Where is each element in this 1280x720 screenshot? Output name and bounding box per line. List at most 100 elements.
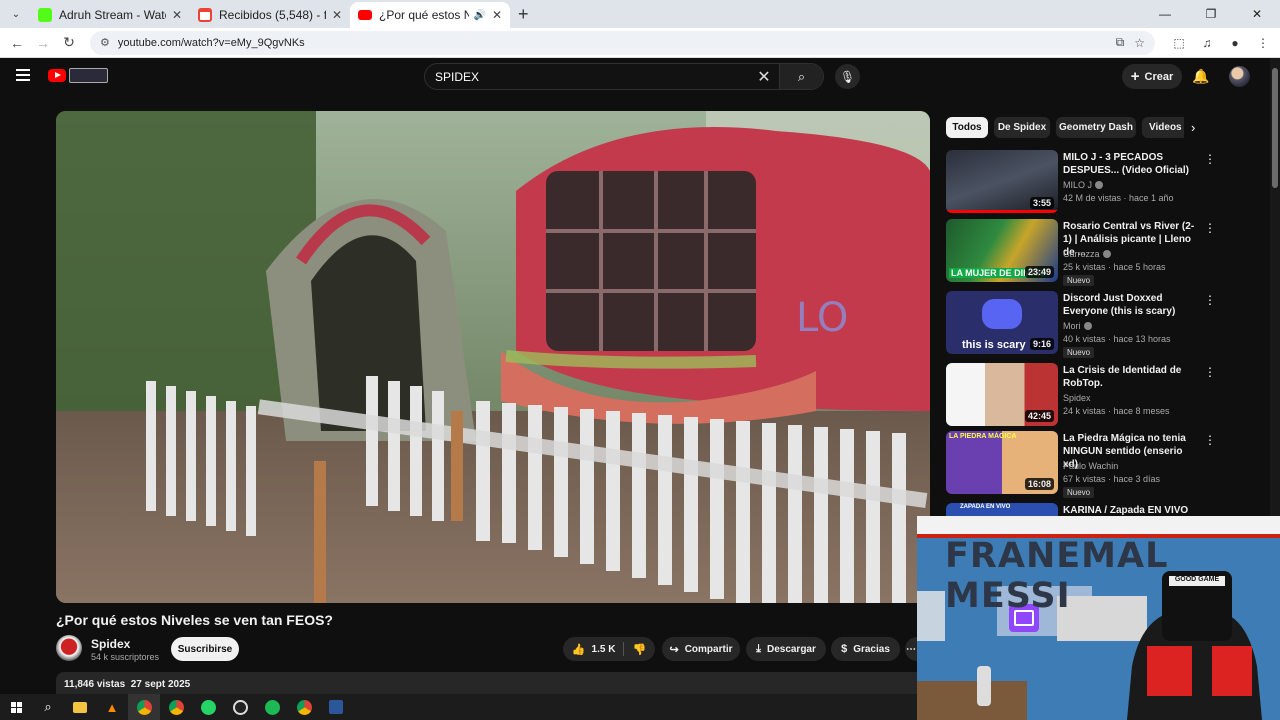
tab-search-chevron-icon[interactable]: ⌄	[4, 4, 28, 24]
spotify-icon[interactable]	[256, 694, 288, 720]
video-thumbnail[interactable]: LA PIEDRA MÁGICA 16:08	[946, 431, 1058, 494]
file-explorer-icon[interactable]	[64, 694, 96, 720]
kick-favicon-icon	[38, 8, 52, 22]
close-tab-icon[interactable]: ✕	[172, 8, 182, 22]
whatsapp-icon[interactable]	[192, 694, 224, 720]
video-player[interactable]: LO	[56, 111, 930, 603]
install-app-icon[interactable]: ⧉	[1116, 35, 1125, 50]
more-actions-button[interactable]: ⋯	[905, 637, 917, 661]
windows-start-icon[interactable]	[0, 694, 32, 720]
video-duration: 23:49	[1024, 266, 1054, 278]
search-box[interactable]: SPIDEX ✕ ⌕	[424, 63, 824, 90]
minimize-icon[interactable]: —	[1142, 0, 1188, 28]
browser-toolbar: ← → ↻ ⚙ youtube.com/watch?v=eMy_9QgvNKs …	[0, 28, 1280, 58]
video-frame: LO	[56, 111, 930, 603]
recommendation-title[interactable]: Discord Just Doxxed Everyone (this is sc…	[1063, 292, 1197, 318]
search-icon[interactable]: ⌕	[32, 694, 64, 720]
recommendation-channel[interactable]: MILO J	[1063, 180, 1104, 190]
youtube-header: SPIDEX ✕ ⌕ 🎙 + Crear 🔔	[0, 58, 1270, 96]
close-tab-icon[interactable]: ✕	[332, 8, 342, 22]
browser-tab-youtube[interactable]: ¿Por qué estos Niveles se ve 🔊 ✕	[350, 2, 510, 28]
site-info-icon[interactable]: ⚙	[100, 36, 110, 49]
like-divider	[623, 642, 625, 656]
browser-tab-kick[interactable]: Adruh Stream - Watch Live on K ✕	[30, 2, 190, 28]
chrome-profile-icon[interactable]	[288, 694, 320, 720]
browser-tab-gmail[interactable]: Recibidos (5,548) - franemal32@ ✕	[190, 2, 350, 28]
speaker-icon[interactable]: 🔊	[473, 10, 485, 21]
verified-badge-icon	[1095, 181, 1104, 189]
download-button[interactable]: ⤓ Descargar	[746, 637, 826, 661]
video-thumbnail[interactable]: this is scary 9:16	[946, 291, 1058, 354]
recommendation-item[interactable]: 42:45 La Crisis de Identidad de RobTop. …	[946, 363, 1266, 427]
like-count[interactable]: 1.5 K	[592, 644, 616, 655]
share-button[interactable]: ↪ Compartir	[662, 637, 740, 661]
obs-icon[interactable]	[224, 694, 256, 720]
word-icon[interactable]	[320, 694, 352, 720]
search-button[interactable]: ⌕	[779, 64, 823, 89]
recommendation-title[interactable]: KARINA / Zapada EN VIVO en	[1063, 504, 1197, 516]
url-text[interactable]: youtube.com/watch?v=eMy_9QgvNKs	[118, 37, 1116, 49]
recommendation-item[interactable]: ZAPADA EN VIVO KARINA / Zapada EN VIVO e…	[946, 503, 1266, 516]
clear-search-icon[interactable]: ✕	[749, 67, 779, 87]
media-control-icon[interactable]: ♫	[1193, 36, 1221, 50]
account-avatar[interactable]	[1229, 66, 1250, 87]
scrollbar-thumb[interactable]	[1272, 68, 1278, 188]
more-options-icon[interactable]: ⋮	[1249, 36, 1277, 50]
channel-avatar[interactable]	[56, 635, 82, 661]
more-vert-icon[interactable]: ⋮	[1204, 221, 1216, 235]
youtube-doodle-logo[interactable]	[69, 68, 108, 83]
profile-icon[interactable]: ●	[1221, 36, 1249, 50]
reload-icon[interactable]: ↻	[56, 34, 82, 51]
more-vert-icon[interactable]: ⋮	[1204, 433, 1216, 447]
youtube-logo-icon[interactable]	[48, 69, 66, 82]
thumbs-up-icon[interactable]: 👍	[572, 643, 586, 656]
close-window-icon[interactable]: ✕	[1234, 0, 1280, 28]
channel-name[interactable]: Spidex	[91, 637, 130, 651]
recommendation-channel[interactable]: Spidex	[1063, 393, 1091, 403]
extensions-icon[interactable]: ⬚	[1165, 36, 1193, 50]
thumbs-down-icon[interactable]: 👎	[632, 643, 646, 656]
video-thumbnail[interactable]: 42:45	[946, 363, 1058, 426]
subscribe-button[interactable]: Suscribirse	[171, 637, 239, 661]
more-vert-icon[interactable]: ⋮	[1204, 365, 1216, 379]
chrome-active-icon[interactable]	[128, 694, 160, 720]
recommendation-item[interactable]: LA MUJER DE DIMAR 23:49 Rosario Central …	[946, 219, 1266, 286]
chip-todos[interactable]: Todos	[946, 117, 988, 138]
recommendation-channel[interactable]: Mori	[1063, 321, 1092, 331]
recommendation-item[interactable]: LA PIEDRA MÁGICA 16:08 La Piedra Mágica …	[946, 431, 1266, 498]
video-thumbnail[interactable]: ZAPADA EN VIVO	[946, 503, 1058, 516]
recommendation-item[interactable]: this is scary 9:16 Discord Just Doxxed E…	[946, 291, 1266, 358]
thanks-button[interactable]: $ Gracias	[831, 637, 900, 661]
chip-videos[interactable]: Videos	[1142, 117, 1184, 138]
voice-search-button[interactable]: 🎙	[835, 64, 860, 89]
video-thumbnail[interactable]: 3:55	[946, 150, 1058, 213]
create-button[interactable]: + Crear	[1122, 64, 1182, 89]
recommendation-item[interactable]: 3:55 MILO J - 3 PECADOS DESPUES... (Vide…	[946, 150, 1266, 214]
notifications-bell-icon[interactable]: 🔔	[1192, 68, 1209, 85]
chrome-icon[interactable]	[160, 694, 192, 720]
vlc-icon[interactable]: ▲	[96, 694, 128, 720]
super-thanks-icon: $	[841, 643, 848, 655]
thumbnail-overlay-text: ZAPADA EN VIVO	[960, 504, 1011, 510]
recommendation-channel[interactable]: Paulo Wachin	[1063, 461, 1118, 471]
chevron-right-icon[interactable]: ›	[1191, 120, 1195, 135]
new-tab-plus-icon[interactable]: +	[518, 4, 529, 25]
bookmark-star-icon[interactable]: ☆	[1134, 36, 1145, 50]
address-bar[interactable]: ⚙ youtube.com/watch?v=eMy_9QgvNKs ⧉ ☆	[90, 30, 1155, 55]
back-arrow-icon[interactable]: ←	[4, 35, 30, 51]
close-tab-icon[interactable]: ✕	[492, 8, 502, 22]
restore-icon[interactable]: ❐	[1188, 0, 1234, 28]
more-vert-icon[interactable]: ⋮	[1204, 152, 1216, 166]
recommendation-title[interactable]: MILO J - 3 PECADOS DESPUES... (Video Ofi…	[1063, 151, 1197, 177]
recommendation-title[interactable]: La Crisis de Identidad de RobTop.	[1063, 364, 1197, 390]
video-thumbnail[interactable]: LA MUJER DE DIMAR 23:49	[946, 219, 1058, 282]
verified-badge-icon	[1083, 322, 1092, 330]
hamburger-menu-icon[interactable]	[16, 69, 30, 81]
chip-de-spidex[interactable]: De Spidex	[994, 117, 1050, 138]
view-count: 11,846 vistas	[64, 679, 126, 690]
search-input[interactable]: SPIDEX	[425, 70, 749, 84]
chip-geometry-dash[interactable]: Geometry Dash	[1056, 117, 1136, 138]
more-vert-icon[interactable]: ⋮	[1204, 293, 1216, 307]
forward-arrow-icon[interactable]: →	[30, 35, 56, 51]
recommendation-channel[interactable]: Carrozza	[1063, 249, 1111, 259]
